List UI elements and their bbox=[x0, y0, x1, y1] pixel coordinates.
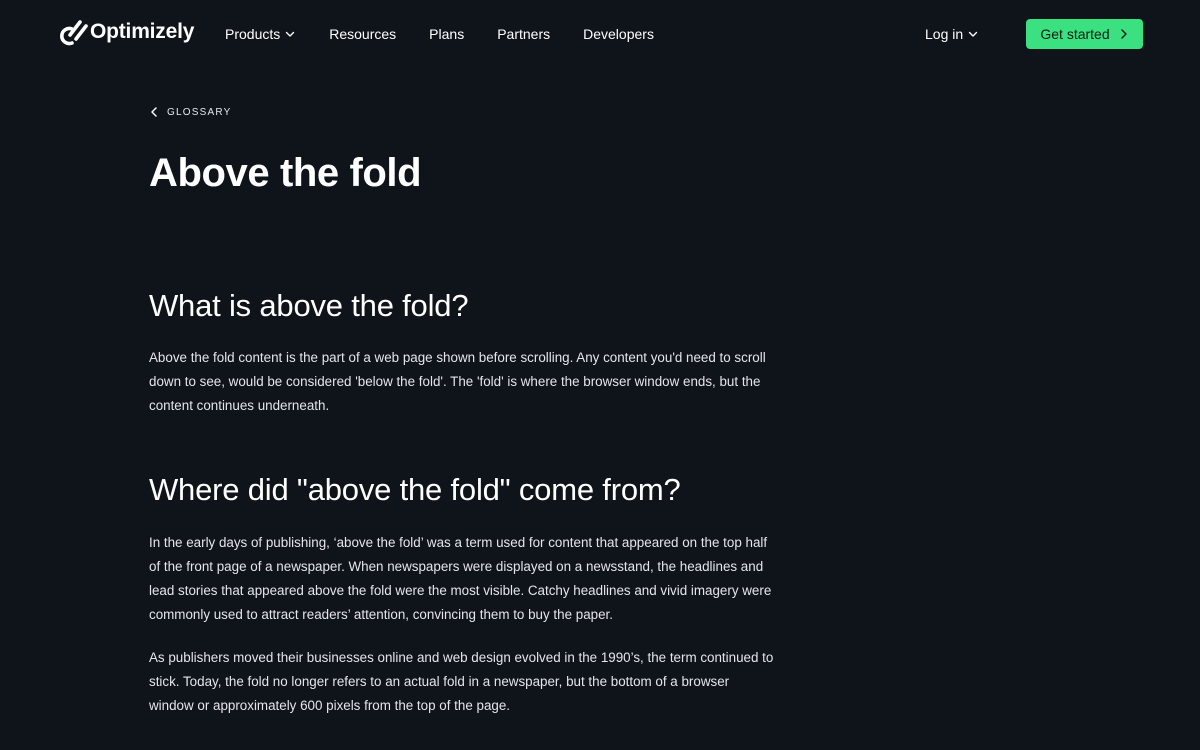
login-menu[interactable]: Log in bbox=[925, 24, 979, 44]
paragraph: As publishers moved their businesses onl… bbox=[149, 650, 774, 713]
logo-link[interactable]: Optimizely bbox=[56, 15, 194, 49]
nav-products-label: Products bbox=[225, 26, 281, 42]
get-started-label: Get started bbox=[1040, 26, 1110, 42]
page-title: Above the fold bbox=[149, 151, 422, 195]
primary-nav: Products Resources Plans Partners Develo… bbox=[225, 24, 687, 44]
nav-products[interactable]: Products bbox=[225, 26, 296, 42]
nav-developers[interactable]: Developers bbox=[583, 26, 654, 42]
paragraph: Above the fold content is the part of a … bbox=[149, 350, 766, 413]
login-label: Log in bbox=[925, 26, 964, 42]
nav-partners[interactable]: Partners bbox=[497, 26, 550, 42]
optimizely-logo-icon bbox=[60, 20, 88, 46]
get-started-button[interactable]: Get started bbox=[1026, 19, 1143, 49]
nav-partners-label: Partners bbox=[497, 26, 551, 42]
nav-resources-label: Resources bbox=[329, 26, 397, 42]
nav-plans[interactable]: Plans bbox=[429, 26, 464, 42]
site-header: Optimizely Products Resources Plans Part… bbox=[0, 0, 1200, 68]
nav-developers-label: Developers bbox=[583, 26, 654, 42]
nav-plans-label: Plans bbox=[429, 26, 465, 42]
chevron-left-icon bbox=[151, 107, 157, 117]
breadcrumb-glossary-link[interactable]: GLOSSARY bbox=[150, 105, 231, 119]
logo-wordmark: Optimizely bbox=[90, 20, 195, 43]
chevron-down-icon bbox=[968, 31, 978, 37]
breadcrumb-label: GLOSSARY bbox=[167, 106, 232, 118]
section-heading-what: What is above the fold? bbox=[149, 288, 469, 323]
paragraph: In the early days of publishing, ‘above … bbox=[149, 535, 772, 622]
chevron-right-icon bbox=[1120, 29, 1127, 39]
section-heading-origin: Where did "above the fold" come from? bbox=[149, 472, 681, 507]
nav-resources[interactable]: Resources bbox=[329, 26, 396, 42]
chevron-down-icon bbox=[286, 31, 295, 37]
